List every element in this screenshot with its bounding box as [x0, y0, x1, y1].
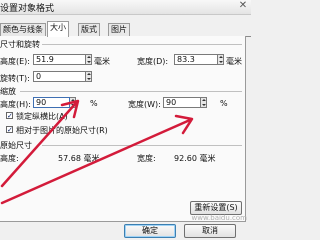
- arrow-to-scale-width: [0, 118, 192, 205]
- annotation-arrows: [0, 99, 194, 205]
- arrow-to-scale-height: [0, 101, 78, 188]
- tab-size[interactable]: 大小: [47, 21, 69, 37]
